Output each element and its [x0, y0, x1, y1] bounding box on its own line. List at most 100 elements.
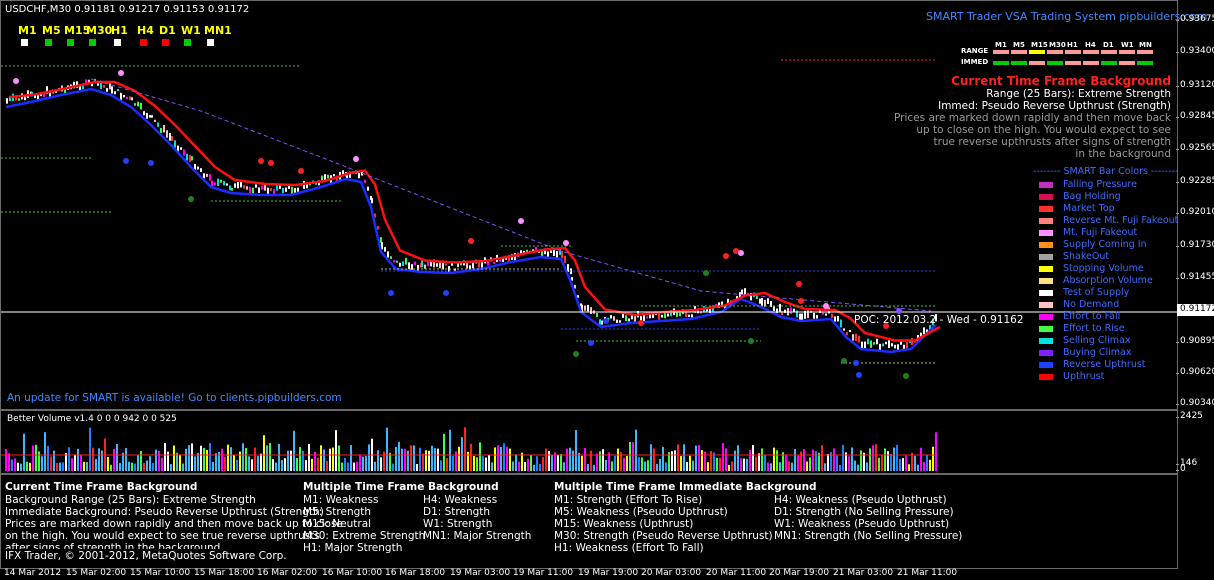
volume-bar-95: [290, 450, 292, 471]
signal-marker-7: [443, 290, 449, 296]
candle-301: [882, 343, 884, 347]
candle-211: [616, 319, 618, 323]
volume-bar-34: [107, 456, 109, 471]
candle-42: [129, 96, 131, 101]
signal-marker-4: [268, 160, 274, 166]
volume-bar-77: [236, 459, 238, 471]
candle-78: [231, 188, 233, 191]
brand-link[interactable]: SMART Trader VSA Trading System pipbuild…: [926, 10, 1207, 23]
volume-bar-84: [257, 456, 259, 471]
legend-item-4: Mt. Fuji Fakeout: [1039, 227, 1137, 239]
volume-bar-21: [68, 447, 70, 471]
volume-bar-206: [623, 457, 625, 471]
volume-bar-222: [671, 451, 673, 471]
volume-bar-105: [320, 445, 322, 471]
volume-bar-211: [638, 457, 640, 471]
volume-bar-41: [128, 461, 130, 471]
volume-bar-304: [917, 464, 919, 471]
volume-bar-291: [878, 457, 880, 471]
time-tick-3: 15 Mar 18:00: [194, 568, 255, 578]
volume-bar-245: [740, 458, 742, 471]
volume-bar-289: [872, 445, 874, 471]
volume-bar-42: [131, 462, 133, 471]
legend-label-11: Effort to Fall: [1063, 311, 1121, 322]
candle-58: [174, 140, 176, 148]
price-tick-3: 0.92845: [1175, 111, 1214, 121]
tf-signal-1: [45, 39, 52, 46]
volume-bar-31: [98, 448, 100, 471]
mtf-immed-cell-1: [1011, 61, 1027, 65]
candle-69: [206, 173, 208, 177]
signal-marker-19: [748, 338, 754, 344]
volume-bar-46: [143, 463, 145, 471]
volume-bar-233: [704, 451, 706, 471]
volume-bar-157: [476, 457, 478, 471]
candle-49: [149, 115, 151, 118]
volume-bar-160: [485, 457, 487, 471]
info-col1-gray-1: Prices are marked down rapidly and then …: [5, 518, 343, 530]
volume-bar-224: [677, 444, 679, 471]
volume-bar-202: [611, 461, 613, 471]
legend-label-9: Test of Supply: [1063, 287, 1130, 298]
volume-bar-285: [860, 450, 862, 471]
candle-146: [427, 261, 429, 267]
volume-bar-247: [746, 458, 748, 471]
candle-87: [258, 187, 260, 193]
time-tick-5: 16 Mar 10:00: [322, 568, 383, 578]
candle-64: [191, 156, 193, 161]
candle-131: [384, 247, 386, 252]
legend-swatch-1: [1039, 193, 1053, 200]
volume-pane[interactable]: Better Volume v1.4 0 0 0 942 0 0 525: [0, 410, 1178, 474]
volume-bar-223: [674, 450, 676, 471]
signal-marker-22: [841, 358, 847, 364]
volume-bar-185: [560, 454, 562, 471]
info-col2-right-3: MN1: Major Strength: [423, 530, 532, 542]
candle-200: [584, 305, 586, 311]
volume-bar-310: [935, 432, 937, 471]
candle-215: [628, 318, 630, 322]
legend-label-6: ShakeOut: [1063, 251, 1110, 262]
volume-bar-99: [302, 450, 304, 471]
price-chart-pane[interactable]: USDCHF,M30 0.91181 0.91217 0.91153 0.911…: [0, 0, 1207, 410]
volume-bar-149: [452, 456, 454, 471]
volume-bar-45: [140, 450, 142, 471]
info-pane: Current Time Frame Background Background…: [0, 474, 1178, 569]
legend-swatch-6: [1039, 253, 1053, 260]
mtf-range-cell-7: [1119, 50, 1135, 54]
candle-34: [106, 88, 108, 92]
volume-bar-76: [233, 455, 235, 471]
volume-bar-153: [464, 427, 466, 471]
volume-bar-123: [374, 461, 376, 471]
signal-marker-28: [13, 78, 19, 84]
legend-label-15: Reverse Upthrust: [1063, 359, 1146, 370]
volume-bar-81: [248, 456, 250, 471]
legend-item-1: Bag Holding: [1039, 191, 1121, 203]
volume-bar-0: [5, 448, 7, 471]
update-notice-link[interactable]: An update for SMART is available! Go to …: [7, 392, 342, 404]
volume-bar-187: [566, 448, 568, 471]
volume-bar-230: [695, 445, 697, 471]
candle-289: [846, 331, 848, 336]
volume-bar-141: [428, 450, 430, 471]
candle-304: [891, 343, 893, 347]
volume-bar-176: [533, 464, 535, 471]
signal-marker-15: [703, 270, 709, 276]
candle-112: [333, 174, 335, 177]
tf-label-8: MN1: [204, 24, 232, 37]
volume-bar-217: [656, 463, 658, 471]
volume-bar-191: [578, 452, 580, 471]
volume-bar-184: [557, 455, 559, 471]
info-col2-right-2: W1: Strength: [423, 518, 493, 530]
volume-axis: 2425 146 0: [1175, 410, 1214, 474]
info-col2-left-3: M30: Extreme Strength: [303, 530, 426, 542]
time-tick-2: 15 Mar 10:00: [130, 568, 191, 578]
volume-bar-29: [92, 447, 94, 471]
volume-bar-58: [179, 454, 181, 471]
legend-swatch-13: [1039, 337, 1053, 344]
background-desc-4: in the background: [1075, 148, 1171, 160]
volume-bar-246: [743, 458, 745, 471]
mtf-immed-cell-3: [1047, 61, 1063, 65]
volume-bar-102: [311, 458, 313, 471]
volume-bar-86: [263, 435, 265, 471]
volume-bar-97: [296, 457, 298, 471]
